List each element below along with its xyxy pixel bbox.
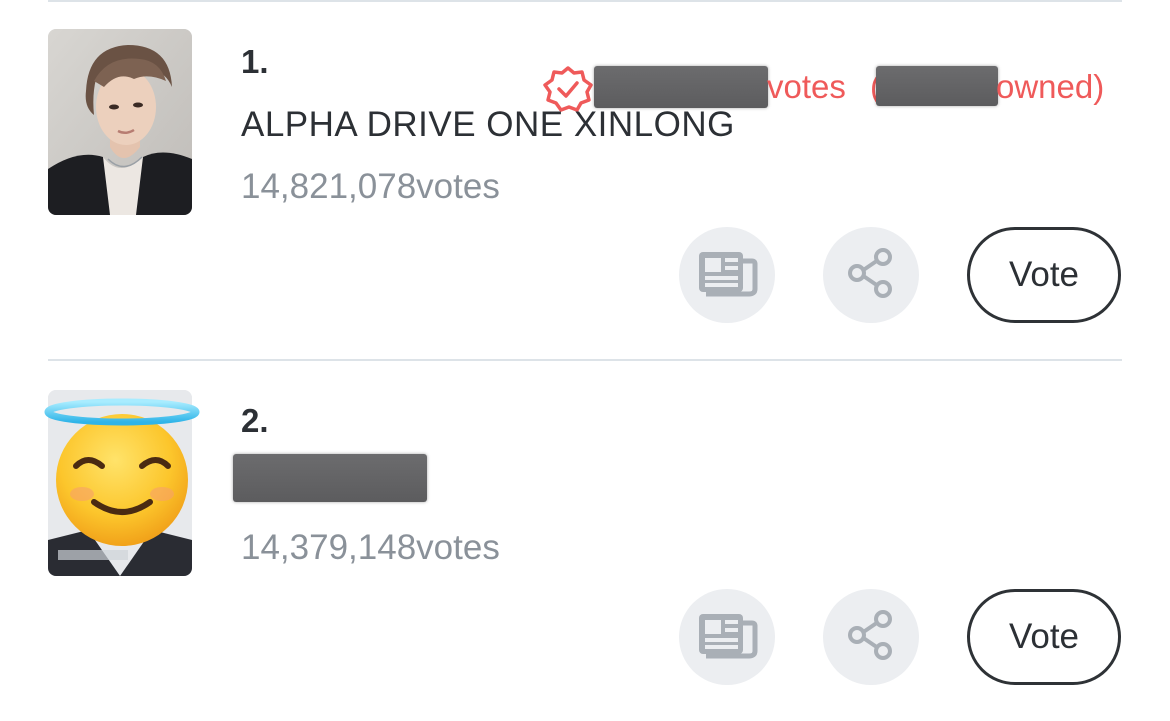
vote-count: 14,379,148votes <box>241 528 500 567</box>
entry-divider <box>48 359 1122 361</box>
ranking-list: 1. votes ( owned) ALPHA DRIVE ONE XINLON… <box>0 0 1170 721</box>
newspaper-icon <box>696 249 758 302</box>
share-icon <box>844 246 898 305</box>
rank-number: 2. <box>241 402 269 439</box>
ranking-entry-2: 2. 14,379,148votes Vote <box>0 390 1170 700</box>
owned-votes-label: votes <box>767 68 846 105</box>
share-button[interactable] <box>823 227 919 323</box>
news-button[interactable] <box>679 227 775 323</box>
news-button[interactable] <box>679 589 775 685</box>
newspaper-icon <box>696 611 758 664</box>
vote-button[interactable]: Vote <box>967 227 1121 323</box>
owned-label: owned) <box>996 68 1105 105</box>
redacted-owned-votes <box>594 66 768 108</box>
artist-name: ALPHA DRIVE ONE XINLONG <box>241 105 735 144</box>
share-icon <box>844 608 898 667</box>
vote-count: 14,821,078votes <box>241 167 500 206</box>
redacted-artist-name <box>233 454 427 502</box>
share-button[interactable] <box>823 589 919 685</box>
top-divider <box>48 0 1122 2</box>
redacted-owned-count <box>876 66 998 106</box>
ranking-entry-1: 1. votes ( owned) ALPHA DRIVE ONE XINLON… <box>0 29 1170 329</box>
artist-photo[interactable] <box>48 29 192 215</box>
smiling-face-with-halo-emoji <box>44 398 200 553</box>
owned-votes-info: votes ( owned) <box>540 66 1130 112</box>
vote-button[interactable]: Vote <box>967 589 1121 685</box>
rank-number: 1. <box>241 43 269 80</box>
